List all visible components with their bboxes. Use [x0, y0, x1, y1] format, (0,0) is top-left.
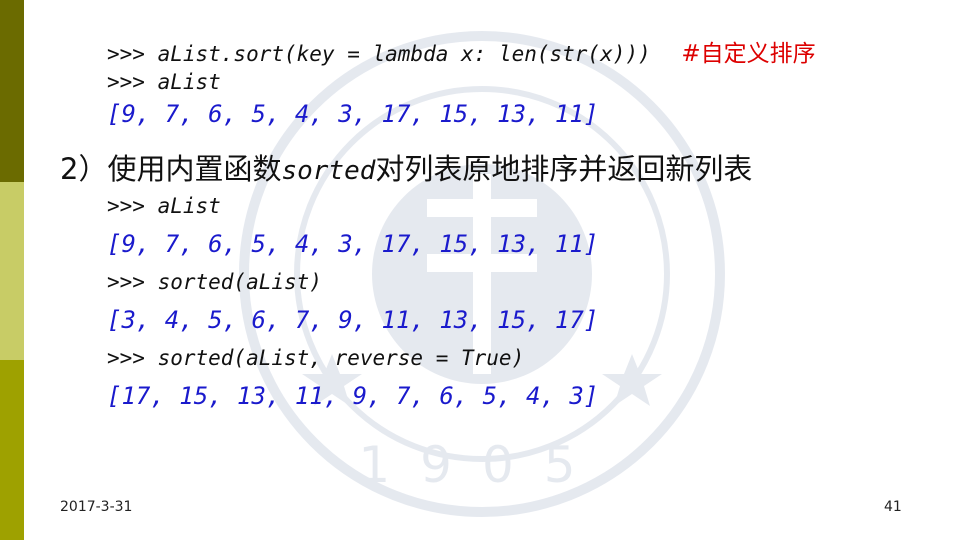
footer-date: 2017-3-31: [60, 499, 133, 515]
output-line-1: [9, 7, 6, 5, 4, 3, 17, 15, 13, 11]: [107, 100, 599, 128]
output-line-3: [3, 4, 5, 6, 7, 9, 11, 13, 15, 17]: [107, 306, 599, 334]
page-number: 41: [884, 499, 902, 515]
code-line-sorted: >>> sorted(aList): [107, 270, 322, 294]
slide-sidebar: [0, 0, 24, 540]
output-line-2: [9, 7, 6, 5, 4, 3, 17, 15, 13, 11]: [107, 230, 599, 258]
code-sort-command: >>> aList.sort(key = lambda x: len(str(x…: [107, 42, 651, 66]
code-comment: #自定义排序: [681, 41, 816, 67]
code-line-alist-2: >>> aList: [107, 194, 221, 218]
code-line-sort: >>> aList.sort(key = lambda x: len(str(x…: [107, 34, 816, 68]
section-heading: 2）使用内置函数sorted对列表原地排序并返回新列表: [60, 146, 752, 188]
code-line-alist-1: >>> aList: [107, 70, 221, 94]
sidebar-segment-dark: [0, 0, 24, 182]
sidebar-segment-light: [0, 182, 24, 360]
heading-prefix: 2）使用内置函数: [60, 152, 282, 186]
code-line-sorted-reverse: >>> sorted(aList, reverse = True): [107, 346, 525, 370]
svg-text:1905: 1905: [358, 436, 605, 494]
output-line-4: [17, 15, 13, 11, 9, 7, 6, 5, 4, 3]: [107, 382, 599, 410]
heading-suffix: 对列表原地排序并返回新列表: [375, 152, 753, 186]
sidebar-segment-mid: [0, 360, 24, 540]
heading-keyword: sorted: [281, 156, 376, 186]
